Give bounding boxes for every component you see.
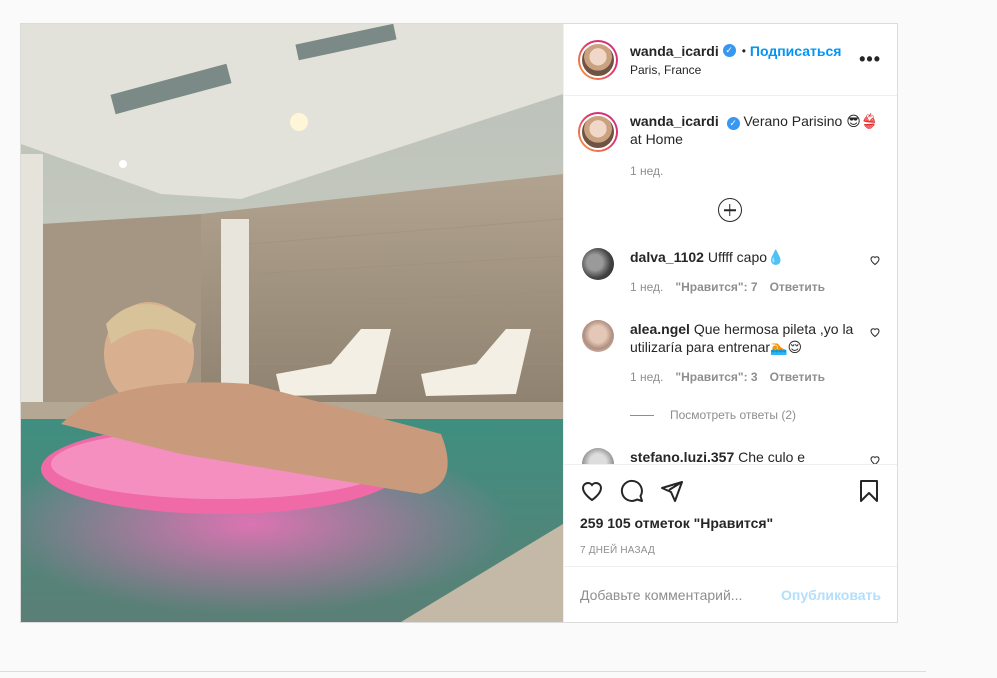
comment-username[interactable]: stefano.luzi.357 (630, 449, 734, 464)
comment-text: Che culo e (738, 449, 806, 465)
share-icon[interactable] (660, 479, 684, 503)
commenter-avatar[interactable] (582, 448, 614, 464)
more-icon[interactable]: ••• (859, 49, 881, 70)
pool-photo-illustration (21, 24, 563, 622)
page-divider (0, 671, 926, 672)
add-comment-form: Опубликовать (564, 566, 897, 622)
comment-input[interactable] (580, 586, 782, 603)
likes-count[interactable]: 259 105 отметок "Нравится" (580, 515, 881, 531)
post-caption: wanda_icardi ✓ Verano Parisino 😎👙 at Hom… (578, 112, 881, 152)
comment-item: stefano.luzi.357 Che culo e (578, 448, 881, 465)
post-photo[interactable] (21, 24, 563, 622)
verified-icon: ✓ (726, 116, 740, 130)
commenter-avatar[interactable] (582, 320, 614, 352)
view-replies-label: Посмотреть ответы (2) (670, 408, 797, 422)
caption-username[interactable]: wanda_icardi (630, 113, 719, 129)
publish-button[interactable]: Опубликовать (781, 587, 881, 603)
author-info: wanda_icardi ✓ • Подписаться Paris, Fran… (630, 43, 859, 77)
comments-list[interactable]: wanda_icardi ✓ Verano Parisino 😎👙 at Hom… (564, 96, 897, 465)
reply-button[interactable]: Ответить (770, 280, 825, 294)
heart-icon[interactable] (869, 326, 881, 338)
post-actions: 259 105 отметок "Нравится" 7 ДНЕЙ НАЗАД (564, 465, 897, 556)
comment-text: Uffff capo💧 (707, 249, 785, 265)
post-location[interactable]: Paris, France (630, 63, 859, 77)
post-side-panel: wanda_icardi ✓ • Подписаться Paris, Fran… (563, 24, 897, 622)
separator-dot: • (741, 43, 746, 58)
bookmark-icon[interactable] (857, 479, 881, 503)
comment-item: alea.ngel Que hermosa pileta ,yo la util… (578, 320, 881, 384)
author-avatar[interactable] (578, 39, 618, 80)
comment-age[interactable]: 1 нед. (630, 370, 663, 384)
commenter-avatar[interactable] (582, 248, 614, 280)
reply-button[interactable]: Ответить (770, 370, 825, 384)
post-header: wanda_icardi ✓ • Подписаться Paris, Fran… (564, 24, 897, 96)
caption-avatar[interactable] (578, 112, 618, 152)
comment-likes[interactable]: "Нравится": 3 (675, 370, 757, 384)
heart-icon[interactable] (580, 479, 604, 503)
comment-likes[interactable]: "Нравится": 7 (675, 280, 757, 294)
follow-button[interactable]: Подписаться (750, 43, 842, 59)
verified-icon: ✓ (722, 44, 736, 57)
heart-icon[interactable] (869, 454, 881, 465)
comment-age[interactable]: 1 нед. (630, 280, 663, 294)
comment-username[interactable]: dalva_1102 (630, 249, 704, 265)
heart-icon[interactable] (869, 254, 881, 266)
comment-icon[interactable] (620, 479, 644, 503)
comment-username[interactable]: alea.ngel (630, 321, 690, 337)
load-more-icon[interactable] (717, 198, 742, 222)
caption-age[interactable]: 1 нед. (630, 164, 881, 178)
replies-line (630, 414, 654, 416)
author-username[interactable]: wanda_icardi (630, 43, 719, 59)
comment-item: dalva_1102 Uffff capo💧 1 нед. "Нравится"… (578, 248, 881, 294)
post-container: wanda_icardi ✓ • Подписаться Paris, Fran… (20, 23, 898, 623)
view-replies-button[interactable]: Посмотреть ответы (2) (630, 408, 881, 422)
post-timestamp[interactable]: 7 ДНЕЙ НАЗАД (580, 545, 881, 556)
